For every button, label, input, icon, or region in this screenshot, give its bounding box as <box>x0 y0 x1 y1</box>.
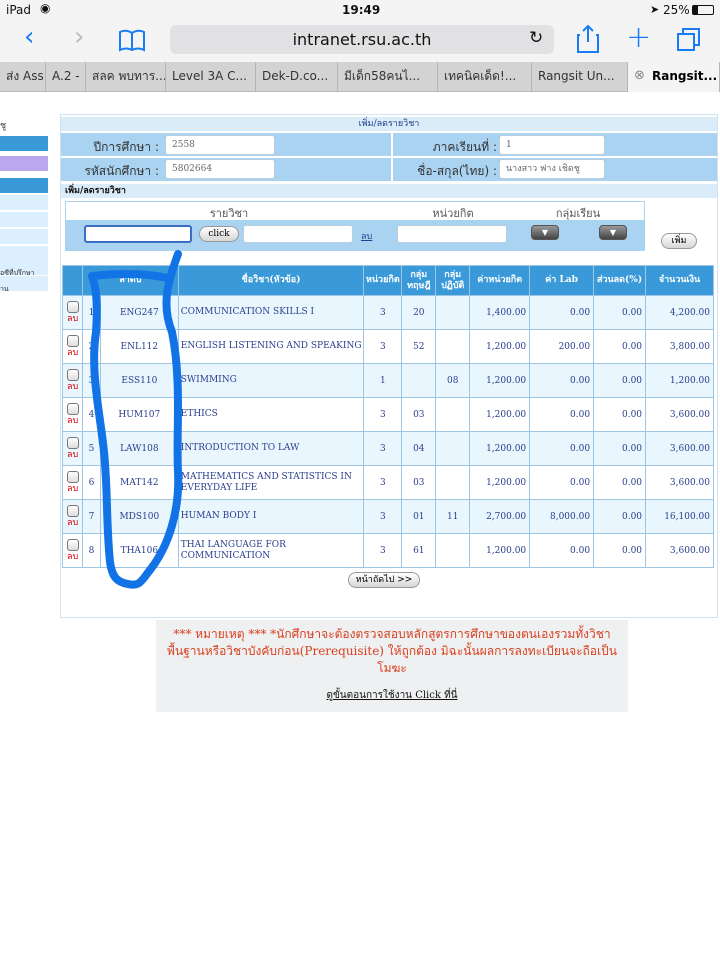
url-text: intranet.rsu.ac.th <box>292 30 432 49</box>
location-arrow-icon: ➤ <box>650 3 660 16</box>
tabs-overview-icon[interactable] <box>676 26 702 52</box>
next-page-button[interactable]: หน้าถัดไป >> <box>348 572 420 588</box>
tab-4[interactable]: Level 3A C... <box>166 62 256 92</box>
tab-active[interactable]: ⊗ Rangsit... <box>628 62 720 92</box>
forward-icon[interactable]: › <box>74 22 84 52</box>
page-content: ชู อซีที่ปรึกษา าน เพิ่ม/ลดรายวิชา ปีการ… <box>0 92 720 960</box>
wifi-icon: ◉ <box>40 1 51 15</box>
tab-5[interactable]: Dek-D.co... <box>256 62 338 92</box>
battery-percent: 25% <box>663 3 690 17</box>
help-link[interactable]: ดูขั้นตอนการใช้งาน Click ที่นี่ <box>156 688 628 703</box>
browser-toolbar: ‹ › intranet.rsu.ac.th ↻ + <box>0 20 720 62</box>
notice-line-3: โมฆะ <box>377 661 407 675</box>
notice-box: *** หมายเหตุ *** *นักศึกษาจะต้องตรวจสอบห… <box>156 620 628 712</box>
notice-line-1: *** หมายเหตุ *** *นักศึกษาจะต้องตรวจสอบห… <box>173 627 611 641</box>
reload-icon[interactable]: ↻ <box>529 28 543 48</box>
share-icon[interactable] <box>576 24 600 54</box>
tab-active-label: Rangsit... <box>652 69 718 83</box>
bookmarks-icon[interactable] <box>118 28 146 52</box>
device-label: iPad <box>6 3 32 17</box>
address-field[interactable]: intranet.rsu.ac.th ↻ <box>170 25 554 54</box>
notice-line-2: พื้นฐานหรือวิชาบังคับก่อน(Prerequisite) … <box>167 644 617 658</box>
highlight-annotation <box>88 250 183 589</box>
status-bar: iPad ◉ 19:49 ➤ 25% <box>0 0 720 20</box>
close-tab-icon[interactable]: ⊗ <box>634 62 645 90</box>
tab-2[interactable]: A.2 - <box>46 62 86 92</box>
tab-7[interactable]: เทคนิคเด็ด!... <box>438 62 532 92</box>
tab-6[interactable]: มีเด็ก58คนไ... <box>338 62 438 92</box>
tab-strip: ส่ง Ass A.2 - สลค พบทาร... Level 3A C...… <box>0 62 720 92</box>
new-tab-icon[interactable]: + <box>626 20 651 55</box>
battery-icon <box>692 5 714 15</box>
back-icon[interactable]: ‹ <box>24 22 34 52</box>
clock: 19:49 <box>342 3 381 17</box>
tab-1[interactable]: ส่ง Ass <box>0 62 46 92</box>
tab-3[interactable]: สลค พบทาร... <box>86 62 166 92</box>
tab-8[interactable]: Rangsit Un... <box>532 62 628 92</box>
